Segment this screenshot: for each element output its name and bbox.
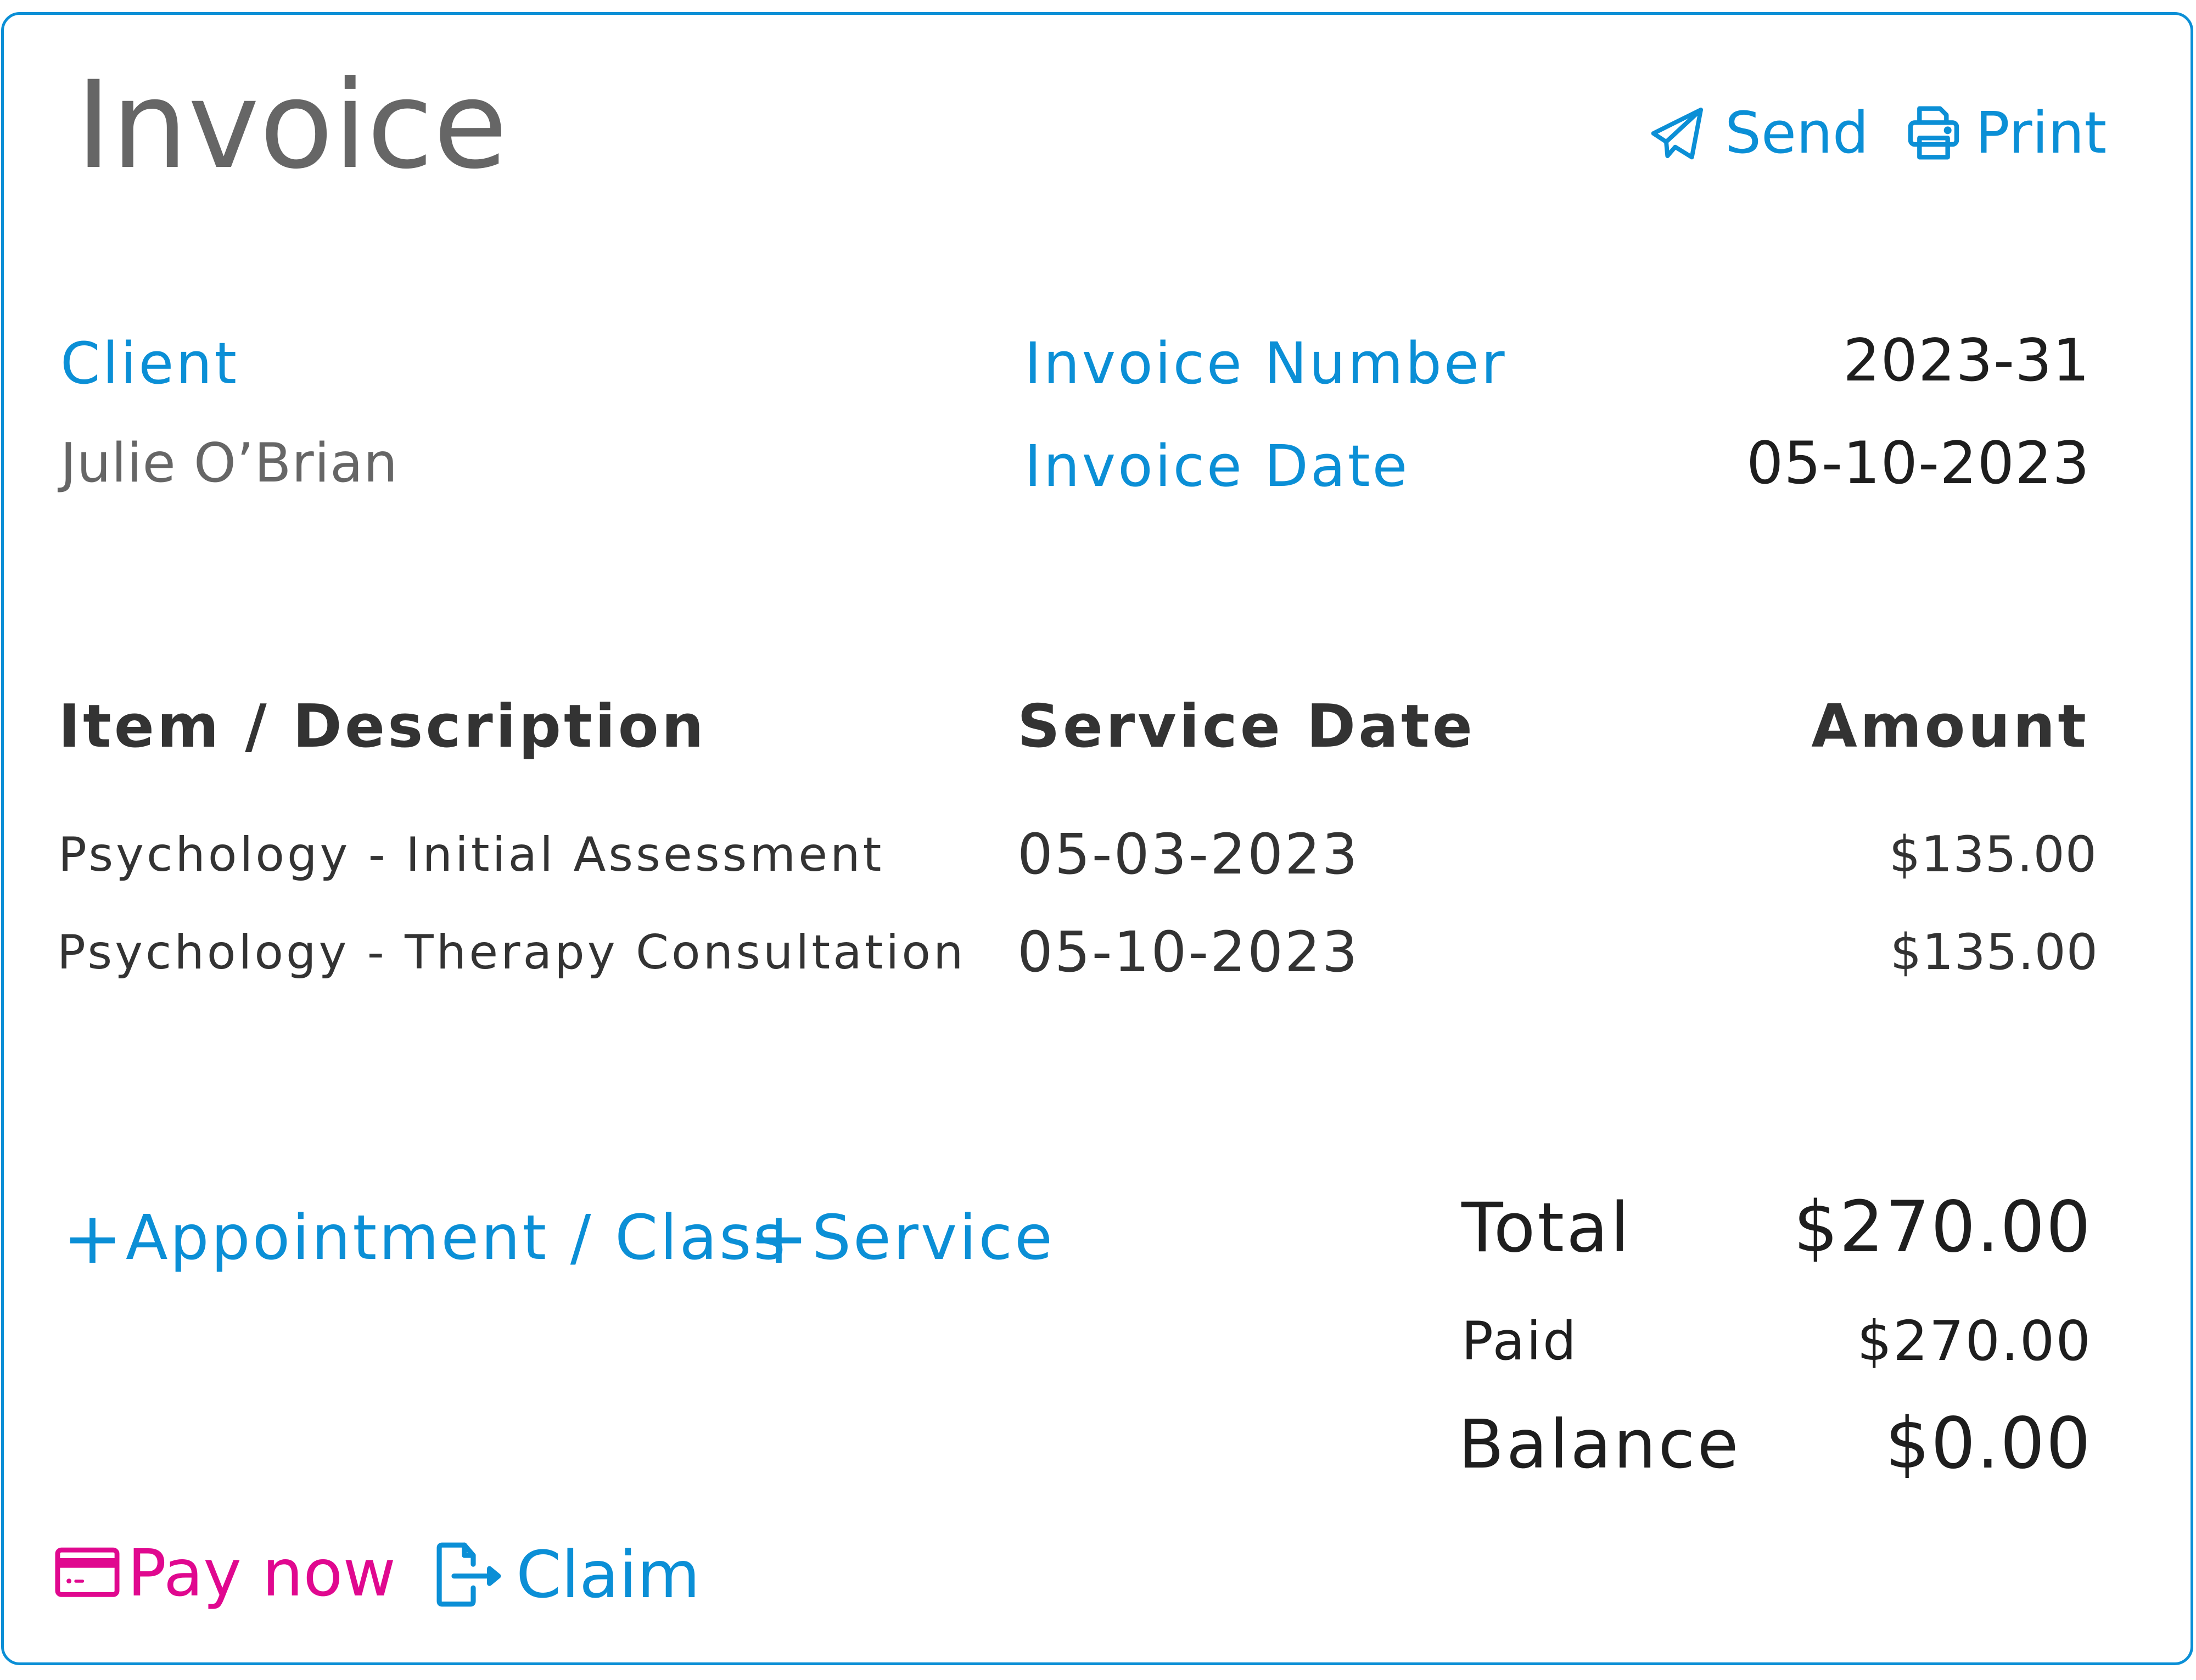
row-service-date: 05-10-2023 <box>1017 920 1359 985</box>
credit-card-icon <box>55 1545 120 1600</box>
column-header-service-date: Service Date <box>1017 692 1475 761</box>
pay-now-button[interactable]: Pay now <box>55 1541 396 1605</box>
total-label: Total <box>1461 1189 1632 1268</box>
paid-label: Paid <box>1461 1311 1578 1372</box>
row-description: Psychology - Initial Assessment <box>58 827 884 882</box>
add-appointment-class-label: Appointment / Class <box>125 1202 788 1274</box>
page-title: Invoice <box>76 55 508 195</box>
pay-now-label: Pay now <box>127 1535 396 1611</box>
claim-button[interactable]: Claim <box>435 1541 700 1609</box>
add-service-button[interactable]: + Service <box>749 1202 1055 1274</box>
balance-label: Balance <box>1458 1405 1741 1483</box>
client-label: Client <box>60 330 239 397</box>
invoice-date-value: 05-10-2023 <box>1746 429 2090 497</box>
printer-icon <box>1903 102 1964 164</box>
row-service-date: 05-03-2023 <box>1017 822 1359 887</box>
total-value: $270.00 <box>1793 1186 2092 1268</box>
row-amount: $135.00 <box>1889 826 2097 883</box>
send-button[interactable]: Send <box>1647 102 1869 164</box>
add-appointment-class-button[interactable]: + Appointment / Class <box>63 1202 788 1274</box>
invoice-number-label: Invoice Number <box>1024 330 1507 397</box>
balance-value: $0.00 <box>1885 1403 2092 1485</box>
send-label: Send <box>1725 99 1869 166</box>
plus-icon: + <box>63 1196 122 1280</box>
row-amount: $135.00 <box>1890 923 2098 981</box>
plus-icon: + <box>749 1196 809 1280</box>
client-name[interactable]: Julie O’Brian <box>60 436 398 490</box>
add-service-label: Service <box>811 1202 1055 1274</box>
column-header-description: Item / Description <box>58 692 707 761</box>
column-header-amount: Amount <box>1811 692 2089 761</box>
file-export-icon <box>435 1541 512 1609</box>
row-description: Psychology - Therapy Consultation <box>57 925 966 980</box>
print-label: Print <box>1975 99 2107 166</box>
claim-label: Claim <box>516 1537 701 1612</box>
invoice-number-value: 2023-31 <box>1843 327 2090 394</box>
invoice-date-label: Invoice Date <box>1024 433 1410 500</box>
paper-plane-icon <box>1647 102 1708 164</box>
paid-value: $270.00 <box>1857 1309 2092 1373</box>
print-button[interactable]: Print <box>1903 102 2107 164</box>
